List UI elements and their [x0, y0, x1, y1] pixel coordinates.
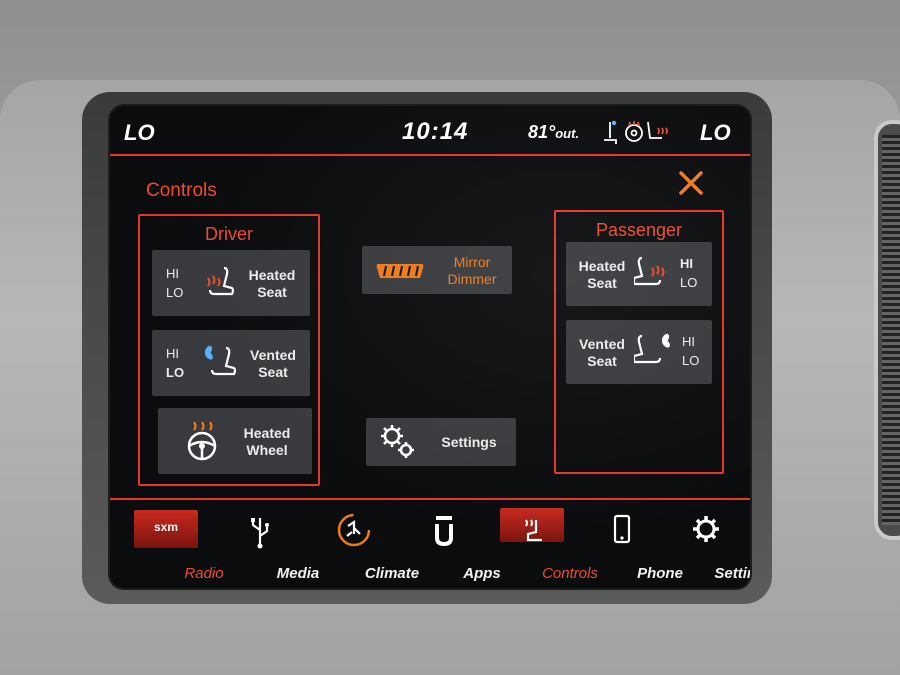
nav-phone[interactable]: Phone [584, 504, 683, 588]
label-line1: Heated [243, 425, 291, 441]
passenger-vented-seat-levels: HI LO [682, 332, 699, 370]
nav-label: Settings [714, 565, 750, 582]
heated-wheel-button[interactable]: Heated Wheel [158, 408, 312, 474]
level-hi: HI [682, 334, 695, 349]
gear-icon [693, 516, 719, 542]
settings-button[interactable]: Settings [366, 418, 516, 466]
passenger-heated-seat-button[interactable]: Heated Seat HI LO [566, 242, 712, 306]
nav-climate[interactable]: Climate [316, 504, 419, 588]
heated-seat-icon [647, 121, 668, 139]
nav-radio[interactable]: sxm Radio [128, 504, 224, 588]
label-line2: Wheel [246, 442, 288, 458]
passenger-heated-seat-levels: HI LO [680, 254, 697, 292]
heated-wheel-label: Heated Wheel [234, 425, 300, 459]
close-x-icon[interactable] [676, 168, 706, 198]
nav-settings[interactable]: Settings [668, 504, 750, 588]
steering-wheel-heat-icon [625, 121, 643, 142]
label-line2: Seat [587, 275, 617, 291]
page-title: Controls [146, 180, 217, 201]
passenger-temp-setting[interactable]: LO [700, 120, 731, 146]
outside-temp-value: 81° [528, 122, 556, 142]
nav-apps[interactable]: Apps [406, 504, 501, 588]
label-line2: Seat [587, 353, 617, 369]
outside-temp-label: out. [555, 126, 580, 141]
label-line1: Mirror [453, 254, 491, 270]
level-lo: LO [166, 365, 185, 380]
level-lo: LO [680, 275, 698, 290]
heated-seat-icon [634, 256, 665, 286]
label-line2: Seat [258, 364, 288, 380]
fan-icon [661, 333, 670, 348]
driver-heated-seat-levels: HI LO [166, 264, 183, 302]
phone-icon [613, 514, 631, 544]
driver-vented-seat-button[interactable]: HI LO Vented Seat [152, 330, 310, 396]
driver-title: Driver [205, 224, 253, 244]
air-vent-slats [882, 135, 900, 525]
climate-icon [337, 513, 371, 547]
controls-icon [525, 519, 542, 542]
bottom-nav: sxm Radio Media Climate Apps Controls Ph… [110, 498, 750, 588]
driver-temp-setting[interactable]: LO [124, 120, 155, 146]
mirror-icon [376, 264, 424, 278]
driver-heated-seat-button[interactable]: HI LO Heated Seat [152, 250, 310, 316]
label-line1: Vented [579, 336, 625, 352]
status-icons[interactable] [600, 118, 672, 146]
apps-icon [435, 516, 453, 547]
passenger-panel: Passenger Heated Seat HI LO Vented Seat [554, 210, 724, 474]
mirror-dimmer-button[interactable]: Mirror Dimmer [362, 246, 512, 294]
driver-vented-seat-levels: HI LO [166, 344, 184, 382]
vented-seat-icon [634, 333, 670, 364]
vented-seat-icon [204, 345, 237, 376]
status-bar: LO 10:14 81°out. LO [110, 106, 750, 156]
label-line2: Dimmer [447, 271, 497, 287]
driver-panel: Driver HI LO Heated Seat HI LO Vented Se… [138, 214, 320, 486]
level-hi: HI [680, 256, 693, 271]
level-lo: LO [166, 285, 184, 300]
level-hi: HI [166, 346, 179, 361]
vented-seat-icon [604, 120, 617, 144]
driver-heated-seat-label: Heated Seat [240, 267, 304, 301]
passenger-vented-seat-button[interactable]: Vented Seat HI LO [566, 320, 712, 384]
heated-seat-icon [207, 266, 235, 296]
settings-label: Settings [441, 434, 497, 450]
passenger-heated-seat-label: Heated Seat [570, 258, 634, 292]
label-line1: Vented [250, 347, 296, 363]
driver-vented-seat-label: Vented Seat [242, 347, 304, 381]
mirror-dimmer-label: Mirror Dimmer [434, 254, 510, 288]
level-hi: HI [166, 266, 179, 281]
sxm-icon: sxm [153, 520, 179, 534]
level-lo: LO [682, 353, 700, 368]
outside-temperature: 81°out. [528, 122, 579, 143]
gears-icon [381, 425, 414, 458]
passenger-vented-seat-label: Vented Seat [570, 336, 634, 370]
infotainment-screen: LO 10:14 81°out. LO Controls Driver HI L… [108, 104, 752, 590]
label-line1: Heated [248, 267, 296, 283]
nav-media[interactable]: Media [222, 504, 319, 588]
passenger-title: Passenger [595, 220, 683, 240]
nav-controls[interactable]: Controls [494, 504, 598, 588]
label-line1: Heated [578, 258, 626, 274]
label-line2: Seat [257, 284, 287, 300]
usb-icon [251, 518, 269, 549]
heated-wheel-icon [187, 421, 217, 461]
fan-icon [204, 345, 213, 360]
clock: 10:14 [402, 118, 469, 145]
